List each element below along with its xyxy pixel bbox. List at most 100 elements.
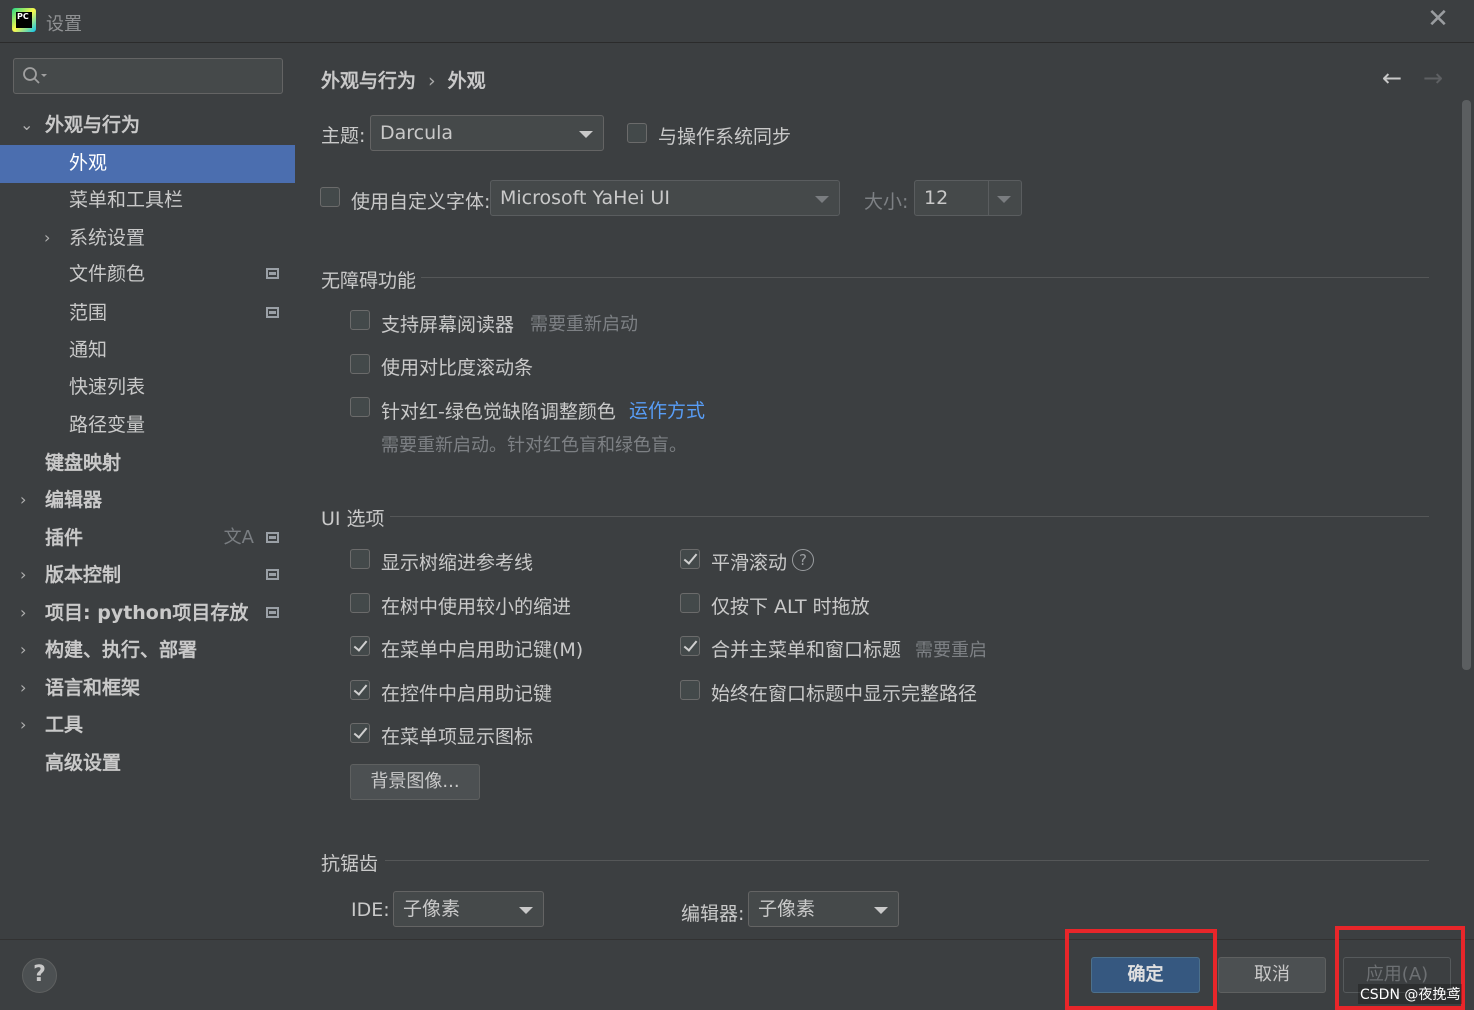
breadcrumb: 外观与行为 › 外观: [321, 66, 486, 93]
theme-label: 主题:: [321, 125, 366, 147]
sidebar-item-scopes[interactable]: 范围: [0, 295, 295, 333]
contrast-scrollbars-checkbox[interactable]: [350, 354, 370, 374]
app-icon-text: PC: [16, 12, 32, 28]
sidebar-item-editor[interactable]: › 编辑器: [0, 482, 295, 520]
font-select[interactable]: Microsoft YaHei UI: [490, 180, 840, 216]
smooth-scrolling-label: 平滑滚动: [711, 552, 788, 574]
dropdown-arrow-icon: [579, 131, 593, 138]
sidebar-item-label: 外观: [69, 152, 108, 174]
editor-antialiasing-select[interactable]: 子像素: [748, 891, 899, 927]
translate-icon: 文A: [223, 527, 254, 548]
ide-antialiasing-select[interactable]: 子像素: [393, 891, 544, 927]
sidebar-item-label: 快速列表: [69, 376, 146, 398]
sidebar-item-label: 构建、执行、部署: [45, 639, 198, 661]
chevron-right-icon: ›: [20, 678, 27, 697]
cancel-button[interactable]: 取消: [1218, 957, 1326, 993]
project-level-icon: [266, 569, 279, 580]
control-mnemonics-checkbox[interactable]: [350, 680, 370, 700]
sidebar-item-file-colors[interactable]: 文件颜色: [0, 256, 295, 294]
sidebar-item-label: 工具: [45, 714, 84, 736]
how-it-works-link[interactable]: 运作方式: [629, 396, 705, 423]
dropdown-arrow-icon: [519, 907, 533, 914]
sidebar-item-project[interactable]: › 项目: python项目存放: [0, 595, 295, 633]
vertical-scrollbar[interactable]: [1462, 100, 1471, 670]
sidebar-item-path-variables[interactable]: 路径变量: [0, 407, 295, 445]
font-size-select[interactable]: 12: [914, 180, 1022, 216]
dropdown-arrow-icon: [874, 907, 888, 914]
breadcrumb-current: 外观: [447, 70, 486, 92]
sidebar-item-build-execution-deployment[interactable]: › 构建、执行、部署: [0, 632, 295, 670]
settings-search-input[interactable]: [13, 58, 283, 94]
chevron-right-icon: ›: [20, 565, 27, 584]
sidebar-item-label: 系统设置: [69, 227, 146, 249]
menu-mnemonics-checkbox[interactable]: [350, 636, 370, 656]
background-image-button[interactable]: 背景图像...: [350, 764, 480, 800]
search-icon[interactable]: [22, 66, 52, 86]
editor-antialiasing-label: 编辑器:: [681, 903, 745, 925]
help-button[interactable]: ?: [22, 958, 57, 993]
dropdown-arrow-icon: [997, 196, 1011, 203]
chevron-right-icon: ›: [20, 640, 27, 659]
sidebar-item-label: 路径变量: [69, 414, 146, 436]
sidebar-item-label: 语言和框架: [45, 677, 141, 699]
sidebar-item-keymap[interactable]: 键盘映射: [0, 445, 295, 483]
breadcrumb-separator: ›: [428, 70, 436, 92]
sidebar-item-label: 项目: python项目存放: [45, 602, 249, 624]
section-divider: [390, 516, 1429, 517]
full-path-title-checkbox[interactable]: [680, 680, 700, 700]
sidebar-item-menus-toolbars[interactable]: 菜单和工具栏: [0, 182, 295, 220]
color-deficiency-checkbox[interactable]: [350, 397, 370, 417]
help-icon[interactable]: ?: [792, 549, 814, 571]
section-divider: [421, 277, 1429, 278]
sync-os-label: 与操作系统同步: [658, 126, 792, 148]
ide-antialiasing-label: IDE:: [351, 899, 390, 921]
control-mnemonics-label: 在控件中启用助记键: [381, 683, 553, 705]
sync-os-checkbox[interactable]: [627, 123, 647, 143]
sidebar-item-system-settings[interactable]: › 系统设置: [0, 220, 295, 258]
sidebar-item-advanced-settings[interactable]: 高级设置: [0, 745, 295, 783]
menu-icons-checkbox[interactable]: [350, 723, 370, 743]
color-deficiency-note: 需要重新启动。针对红色盲和绿色盲。: [381, 435, 687, 456]
sidebar-item-quick-lists[interactable]: 快速列表: [0, 369, 295, 407]
divider: [988, 181, 989, 215]
custom-font-label: 使用自定义字体:: [351, 191, 491, 213]
menu-icons-label: 在菜单项显示图标: [381, 726, 534, 748]
section-divider: [385, 860, 1429, 861]
sidebar-item-label: 范围: [69, 302, 108, 324]
sidebar-item-appearance-behavior[interactable]: ⌄ 外观与行为: [0, 107, 295, 145]
smaller-indent-label: 在树中使用较小的缩进: [381, 596, 572, 618]
dropdown-arrow-icon: [815, 196, 829, 203]
chevron-right-icon: ›: [20, 715, 27, 734]
tree-indent-guides-label: 显示树缩进参考线: [381, 552, 534, 574]
screen-reader-label: 支持屏幕阅读器: [381, 314, 515, 336]
sidebar-item-version-control[interactable]: › 版本控制: [0, 557, 295, 595]
highlight-box-ok: [1065, 929, 1217, 1010]
project-level-icon: [266, 268, 279, 279]
chevron-right-icon: ›: [20, 490, 27, 509]
project-level-icon: [266, 532, 279, 543]
breadcrumb-parent[interactable]: 外观与行为: [321, 70, 416, 92]
editor-antialiasing-value: 子像素: [758, 898, 816, 920]
csdn-watermark: CSDN @夜挽鸢: [1358, 984, 1463, 1004]
tree-indent-guides-checkbox[interactable]: [350, 549, 370, 569]
smaller-indent-checkbox[interactable]: [350, 593, 370, 613]
sidebar-item-plugins[interactable]: 插件 文A: [0, 520, 295, 558]
sidebar-item-label: 版本控制: [45, 564, 122, 586]
full-path-title-label: 始终在窗口标题中显示完整路径: [711, 683, 978, 705]
sidebar-item-tools[interactable]: › 工具: [0, 707, 295, 745]
theme-select[interactable]: Darcula: [370, 115, 604, 151]
sidebar-item-appearance[interactable]: 外观: [0, 145, 295, 183]
close-icon[interactable]: ✕: [1426, 6, 1450, 32]
merge-menu-title-checkbox[interactable]: [680, 636, 700, 656]
custom-font-checkbox[interactable]: [320, 187, 340, 207]
title-bar: [0, 0, 1474, 43]
back-arrow-icon[interactable]: ←: [1382, 64, 1402, 92]
sidebar-item-notifications[interactable]: 通知: [0, 332, 295, 370]
sidebar-item-languages-frameworks[interactable]: › 语言和框架: [0, 670, 295, 708]
screen-reader-checkbox[interactable]: [350, 310, 370, 330]
smooth-scrolling-checkbox[interactable]: [680, 549, 700, 569]
pycharm-logo-icon: PC: [12, 8, 36, 32]
alt-drag-drop-checkbox[interactable]: [680, 593, 700, 613]
sidebar-item-label: 文件颜色: [69, 263, 146, 285]
restart-hint: 需要重启: [915, 640, 987, 661]
